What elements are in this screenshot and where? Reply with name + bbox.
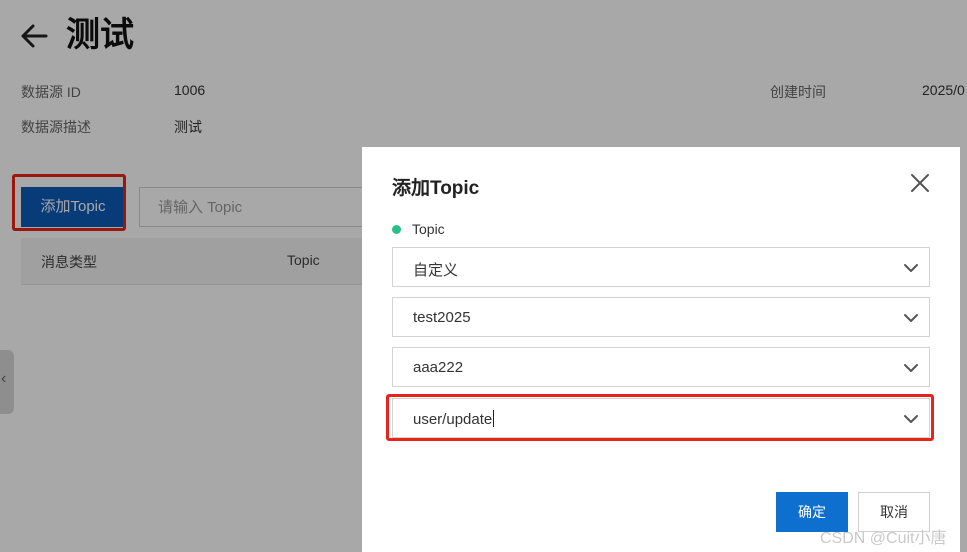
select-value: aaa222 <box>413 359 464 376</box>
select-input-text: user/update <box>413 411 493 428</box>
csdn-watermark: CSDN @Cuit小唐 <box>820 530 947 547</box>
select-value: test2025 <box>413 309 471 326</box>
required-dot <box>392 225 401 234</box>
add-topic-dialog: 添加Topic Topic 自定义 test2025 aaa222 user/u… <box>362 147 960 552</box>
chevron-down-icon <box>904 364 918 372</box>
chevron-down-icon <box>904 264 918 272</box>
chevron-down-icon <box>904 314 918 322</box>
text-cursor <box>493 410 495 427</box>
chevron-down-icon <box>904 415 918 423</box>
select-value: user/update <box>413 410 495 428</box>
topic-level1-select[interactable]: test2025 <box>392 297 930 337</box>
topic-level3-select[interactable]: user/update <box>392 398 930 438</box>
topic-field-label: Topic <box>412 221 445 237</box>
topic-type-select[interactable]: 自定义 <box>392 247 930 287</box>
select-value: 自定义 <box>413 262 459 279</box>
topic-level2-select[interactable]: aaa222 <box>392 347 930 387</box>
close-icon[interactable] <box>908 171 932 195</box>
dialog-title: 添加Topic <box>392 178 480 199</box>
